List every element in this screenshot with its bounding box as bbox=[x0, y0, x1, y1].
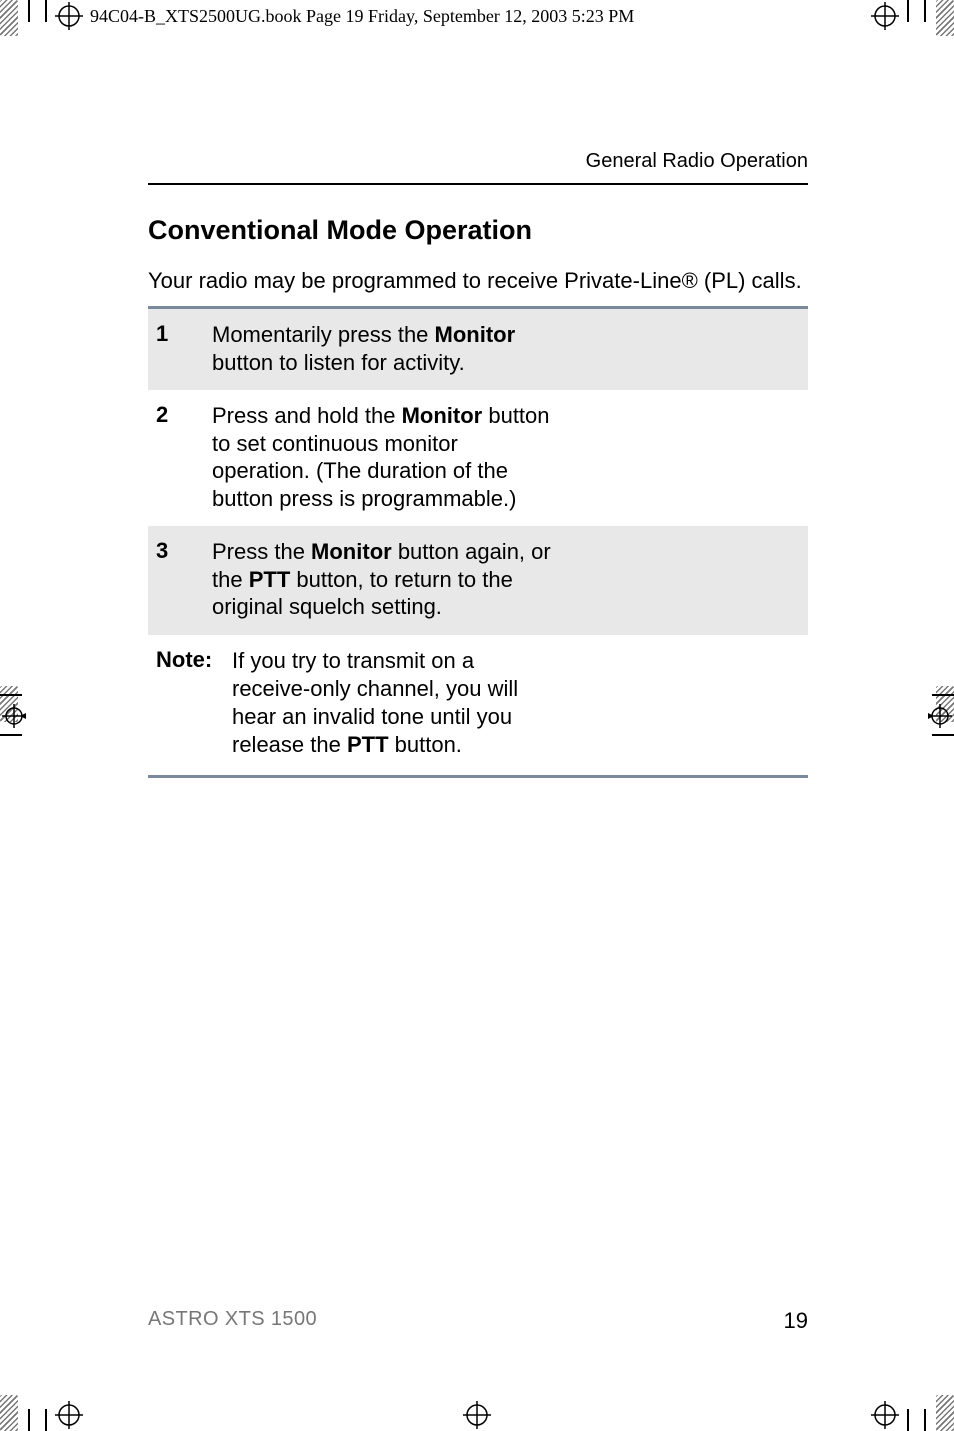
step-text: Momentarily press the Monitor button to … bbox=[212, 321, 552, 376]
running-head: General Radio Operation bbox=[148, 150, 808, 173]
left-crop-marks bbox=[0, 686, 40, 746]
note-row: Note: If you try to transmit on a receiv… bbox=[148, 635, 808, 776]
note-label: Note: bbox=[156, 647, 232, 760]
step-row: 2 Press and hold the Monitor button to s… bbox=[148, 390, 808, 526]
footer-product: ASTRO XTS 1500 bbox=[148, 1308, 317, 1334]
registration-mark-icon bbox=[55, 1401, 83, 1429]
top-crop-marks: 94C04-B_XTS2500UG.book Page 19 Friday, S… bbox=[0, 0, 954, 34]
step-row: 1 Momentarily press the Monitor button t… bbox=[148, 309, 808, 390]
content-area: General Radio Operation Conventional Mod… bbox=[148, 150, 808, 778]
registration-mark-icon bbox=[2, 704, 26, 728]
right-crop-marks bbox=[914, 686, 954, 746]
intro-text: Your radio may be programmed to receive … bbox=[148, 268, 808, 294]
registration-mark-icon bbox=[463, 1401, 491, 1429]
steps-table: 1 Momentarily press the Monitor button t… bbox=[148, 306, 808, 778]
page: 94C04-B_XTS2500UG.book Page 19 Friday, S… bbox=[0, 0, 954, 1431]
divider bbox=[148, 183, 808, 185]
registration-mark-icon bbox=[871, 2, 899, 30]
step-text: Press and hold the Monitor button to set… bbox=[212, 402, 552, 512]
registration-mark-icon bbox=[871, 1401, 899, 1429]
step-number: 1 bbox=[156, 321, 212, 376]
page-footer: ASTRO XTS 1500 19 bbox=[148, 1308, 808, 1334]
bottom-crop-marks bbox=[0, 1397, 954, 1431]
registration-mark-icon bbox=[928, 704, 952, 728]
page-number: 19 bbox=[784, 1308, 808, 1334]
step-text: Press the Monitor button again, or the P… bbox=[212, 538, 552, 621]
section-heading: Conventional Mode Operation bbox=[148, 215, 808, 246]
registration-mark-icon bbox=[55, 2, 83, 30]
step-number: 2 bbox=[156, 402, 212, 512]
print-header: 94C04-B_XTS2500UG.book Page 19 Friday, S… bbox=[90, 6, 634, 27]
step-row: 3 Press the Monitor button again, or the… bbox=[148, 526, 808, 635]
note-text: If you try to transmit on a receive-only… bbox=[232, 647, 552, 760]
step-number: 3 bbox=[156, 538, 212, 621]
